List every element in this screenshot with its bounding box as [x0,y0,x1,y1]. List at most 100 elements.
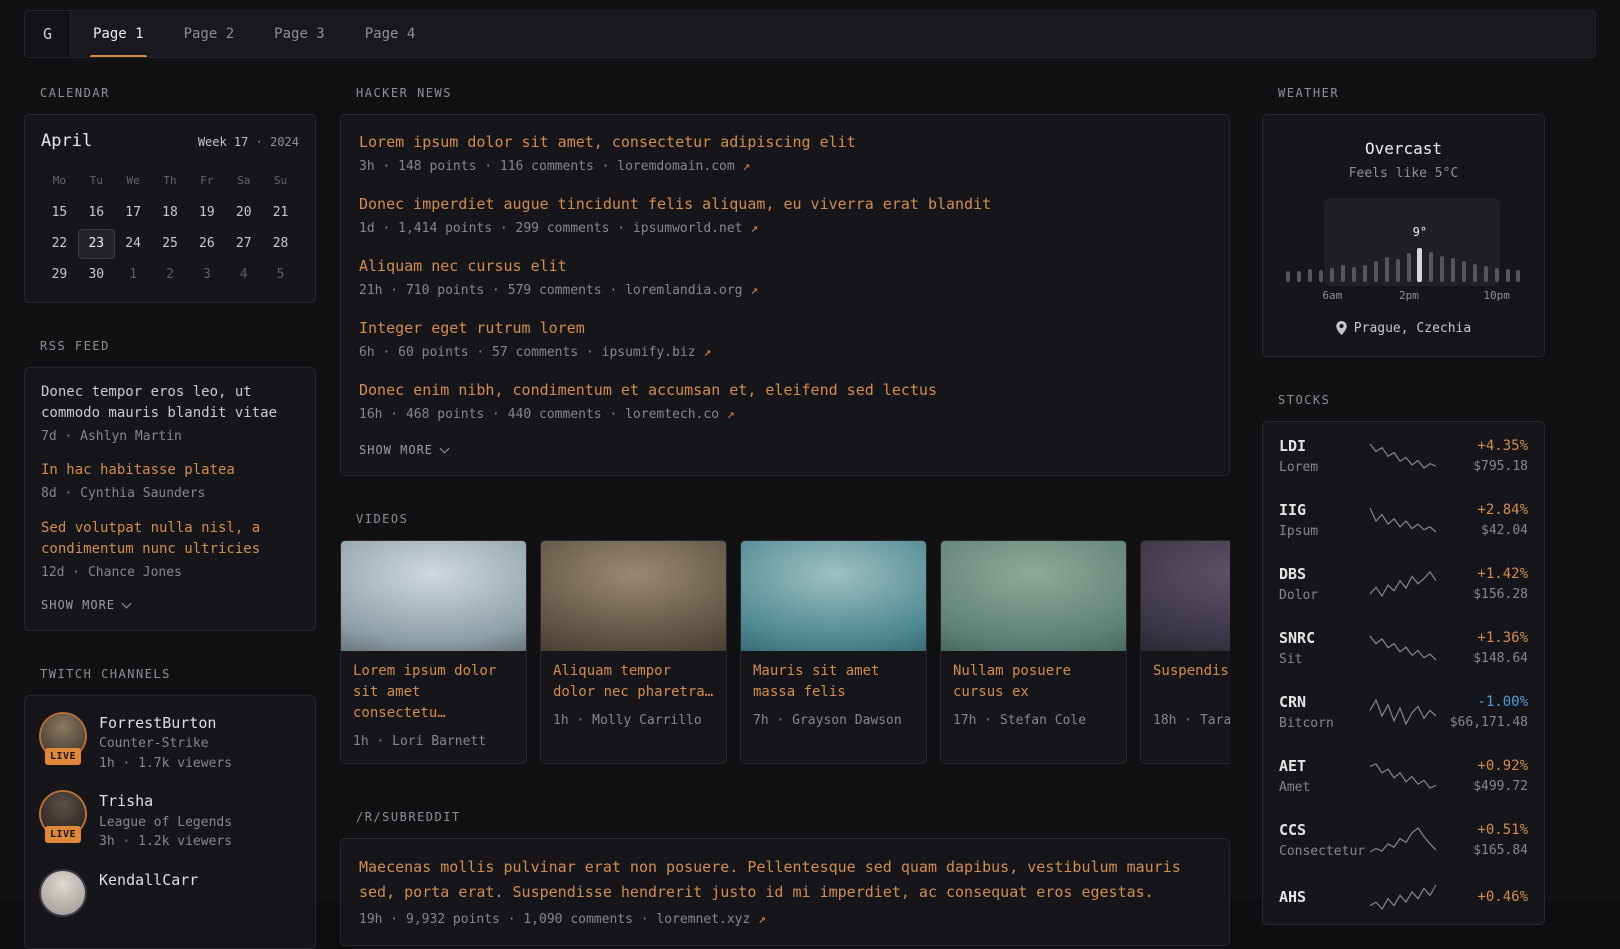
hn-item-title[interactable]: Lorem ipsum dolor sit amet, consectetur … [359,131,1211,154]
hn-item-title[interactable]: Donec enim nibh, condimentum et accumsan… [359,379,1211,402]
video-meta: 1h · Molly Carrillo [553,711,714,731]
weather-bar-fill [1308,269,1312,282]
calendar-day-header: Sa [225,167,262,197]
twitch-channel-game: League of Legends [99,813,232,833]
dashboard-columns: CALENDAR April Week 17 · 2024 MoTuWeThFr… [24,84,1620,949]
rss-item-title[interactable]: Sed volutpat nulla nisl, a condimentum n… [41,518,299,561]
stock-sparkline [1369,698,1437,726]
weather-bar [1305,269,1316,282]
video-card[interactable]: Aliquam tempor dolor nec pharetra…1h · M… [540,540,727,765]
video-thumbnail [1141,541,1230,651]
hn-list: Lorem ipsum dolor sit amet, consectetur … [359,131,1211,424]
rss-item: Sed volutpat nulla nisl, a condimentum n… [41,518,299,583]
rss-item: In hac habitasse platea8d · Cynthia Saun… [41,460,299,503]
stock-change: +4.35% [1437,436,1529,457]
video-meta: 17h · Stefan Cole [953,711,1114,731]
twitch-channel-info: KendallCarr [99,869,198,892]
location-pin-icon [1336,321,1347,335]
twitch-channel[interactable]: LIVETrishaLeague of Legends3h · 1.2k vie… [41,790,299,852]
calendar-day: 15 [41,198,78,228]
twitch-channel[interactable]: LIVEForrestBurtonCounter-Strike1h · 1.7k… [41,712,299,774]
stock-row[interactable]: AHS+0.46% [1279,872,1528,922]
hn-item-meta: 6h · 60 points · 57 comments · ipsumify.… [359,343,1211,363]
calendar-day: 23 [78,229,115,259]
stock-price: $156.28 [1437,585,1529,605]
hn-item-title[interactable]: Aliquam nec cursus elit [359,255,1211,278]
stock-sparkline [1369,506,1437,534]
calendar-day-header: We [115,167,152,197]
twitch-channel[interactable]: KendallCarr [41,869,299,915]
stock-change: +0.51% [1437,820,1529,841]
stock-ticker: AET [1279,755,1369,778]
subreddit-post-meta: 19h · 9,932 points · 1,090 comments · lo… [359,910,1211,930]
hn-show-more-button[interactable]: SHOW MORE [359,441,448,459]
stock-values: +0.46% [1437,887,1529,908]
external-link-icon: ↗ [703,345,711,360]
stock-row[interactable]: DBSDolor+1.42%$156.28 [1279,552,1528,616]
weather-bar-fill [1363,265,1367,282]
hn-item-title[interactable]: Donec imperdiet augue tincidunt felis al… [359,193,1211,216]
nav-tab[interactable]: Page 1 [73,11,164,57]
chevron-down-icon [440,443,450,453]
calendar-day-header: Mo [41,167,78,197]
calendar-day-header: Th [152,167,189,197]
app-logo[interactable]: G [25,11,71,57]
calendar-day-header: Fr [188,167,225,197]
weather-bar-fill [1319,270,1323,282]
calendar-day-header: Tu [78,167,115,197]
stock-price: $66,171.48 [1437,713,1529,733]
stock-name: Dolor [1279,586,1369,606]
rss-card: Donec tempor eros leo, ut commodo mauris… [24,367,316,631]
weather-time-label: 10pm [1483,288,1510,305]
stock-row[interactable]: SNRCSit+1.36%$148.64 [1279,616,1528,680]
calendar-day: 21 [262,198,299,228]
stock-values: -1.00%$66,171.48 [1437,692,1529,733]
twitch-avatar [41,871,85,915]
stock-row[interactable]: IIGIpsum+2.84%$42.04 [1279,488,1528,552]
video-card-body: Lorem ipsum dolor sit amet consectetu…1h… [341,651,526,764]
weather-current-temp: 9° [1413,223,1427,241]
stock-ticker: IIG [1279,499,1369,522]
rss-item-title[interactable]: In hac habitasse platea [41,460,299,482]
weather-condition: Overcast [1279,137,1528,161]
stock-row[interactable]: LDILorem+4.35%$795.18 [1279,424,1528,488]
video-card[interactable]: Lorem ipsum dolor sit amet consectetu…1h… [340,540,527,765]
weather-bar-fill [1484,266,1488,282]
nav-tab[interactable]: Page 3 [254,11,345,57]
video-thumbnail [941,541,1126,651]
live-badge: LIVE [45,748,81,765]
section-title-stocks: STOCKS [1278,391,1545,409]
weather-bar [1316,270,1327,282]
hn-item-title[interactable]: Integer eget rutrum lorem [359,317,1211,340]
hn-item-meta: 21h · 710 points · 579 comments · loreml… [359,281,1211,301]
weather-widget: WEATHER Overcast Feels like 5°C 9° 6am2p… [1262,84,1545,357]
stock-change: +0.46% [1437,887,1529,908]
calendar-day-header: Su [262,167,299,197]
calendar-week-meta: Week 17 · 2024 [198,133,299,151]
rss-item-title[interactable]: Donec tempor eros leo, ut commodo mauris… [41,382,299,425]
rss-show-more-button[interactable]: SHOW MORE [41,596,130,614]
weather-bar-fill [1440,256,1444,282]
calendar-day: 30 [78,260,115,290]
nav-tab[interactable]: Page 2 [164,11,255,57]
weather-card: Overcast Feels like 5°C 9° 6am2pm10pm Pr… [1262,114,1545,357]
video-meta: 1h · Lori Barnett [353,732,514,752]
nav-tab[interactable]: Page 4 [345,11,436,57]
section-title-videos: VIDEOS [356,510,1230,528]
weather-bar-fill [1297,271,1301,282]
subreddit-post-title[interactable]: Maecenas mollis pulvinar erat non posuer… [359,855,1211,905]
calendar-day: 24 [115,229,152,259]
hacker-news-widget: HACKER NEWS Lorem ipsum dolor sit amet, … [340,84,1230,476]
video-card[interactable]: Mauris sit amet massa felis7h · Grayson … [740,540,927,765]
stock-id: LDILorem [1279,435,1369,477]
video-card[interactable]: Suspendisse diam18h · Tara [1140,540,1230,765]
weather-location-text: Prague, Czechia [1354,319,1471,339]
twitch-channel-info: TrishaLeague of Legends3h · 1.2k viewers [99,790,232,852]
stock-row[interactable]: CCSConsectetur+0.51%$165.84 [1279,808,1528,872]
video-card[interactable]: Nullam posuere cursus ex17h · Stefan Col… [940,540,1127,765]
stock-row[interactable]: CRNBitcorn-1.00%$66,171.48 [1279,680,1528,744]
stock-row[interactable]: AETAmet+0.92%$499.72 [1279,744,1528,808]
twitch-channel-name: ForrestBurton [99,712,232,735]
video-card-body: Mauris sit amet massa felis7h · Grayson … [741,651,926,743]
calendar-day: 22 [41,229,78,259]
